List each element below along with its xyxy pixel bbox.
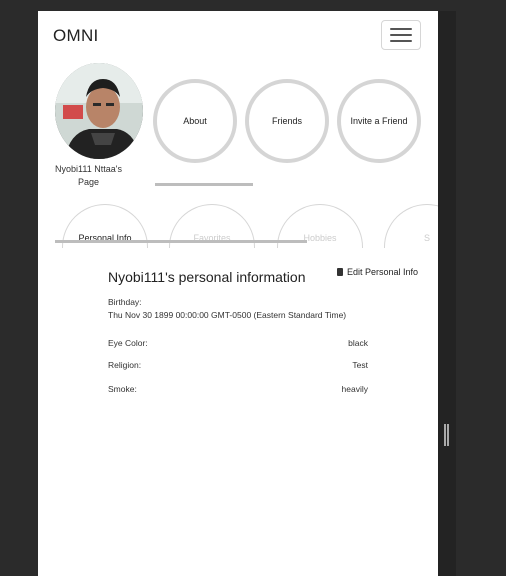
religion-label: Religion: xyxy=(108,360,142,370)
birthday-value: Thu Nov 30 1899 00:00:00 GMT-0500 (Easte… xyxy=(108,310,347,320)
menu-toggle-button[interactable] xyxy=(381,20,421,50)
hamburger-icon xyxy=(390,34,412,36)
nav-invite-friend[interactable]: Invite a Friend xyxy=(337,79,421,163)
resize-handle[interactable] xyxy=(444,424,449,446)
smoke-value: heavily xyxy=(341,384,368,394)
edit-label: Edit Personal Info xyxy=(347,267,419,277)
nav-label: Friends xyxy=(271,116,302,126)
eye-color-label: Eye Color: xyxy=(108,338,148,348)
edit-personal-info-link[interactable]: Edit Personal Info xyxy=(337,267,418,277)
tab-label: S xyxy=(423,233,430,243)
nav-active-indicator xyxy=(155,183,253,186)
nav-label: About xyxy=(183,116,207,126)
religion-value: Test xyxy=(352,360,368,370)
window-side-strip xyxy=(438,11,456,576)
birthday-label: Birthday: xyxy=(108,297,142,307)
hamburger-icon xyxy=(390,40,412,42)
nav-friends[interactable]: Friends xyxy=(245,79,329,163)
tabs-scroll-indicator xyxy=(55,240,307,243)
nav-label: Invite a Friend xyxy=(350,116,408,126)
tab-more[interactable]: S xyxy=(384,204,438,248)
eye-color-value: black xyxy=(348,338,368,348)
book-icon xyxy=(337,268,343,276)
brand-logo[interactable]: OMNI xyxy=(53,26,99,46)
nav-about[interactable]: About xyxy=(153,79,237,163)
owner-name: Nyobi111 Nttaa's Page xyxy=(55,164,122,187)
section-title: Nyobi111's personal information xyxy=(108,269,306,285)
tab-label: Hobbies xyxy=(303,233,337,243)
hamburger-icon xyxy=(390,28,412,30)
avatar[interactable] xyxy=(55,63,143,159)
app-page: OMNI Nyobi111 Nttaa's Page About Friends… xyxy=(38,11,438,576)
smoke-label: Smoke: xyxy=(108,384,137,394)
avatar-photo xyxy=(55,63,143,159)
